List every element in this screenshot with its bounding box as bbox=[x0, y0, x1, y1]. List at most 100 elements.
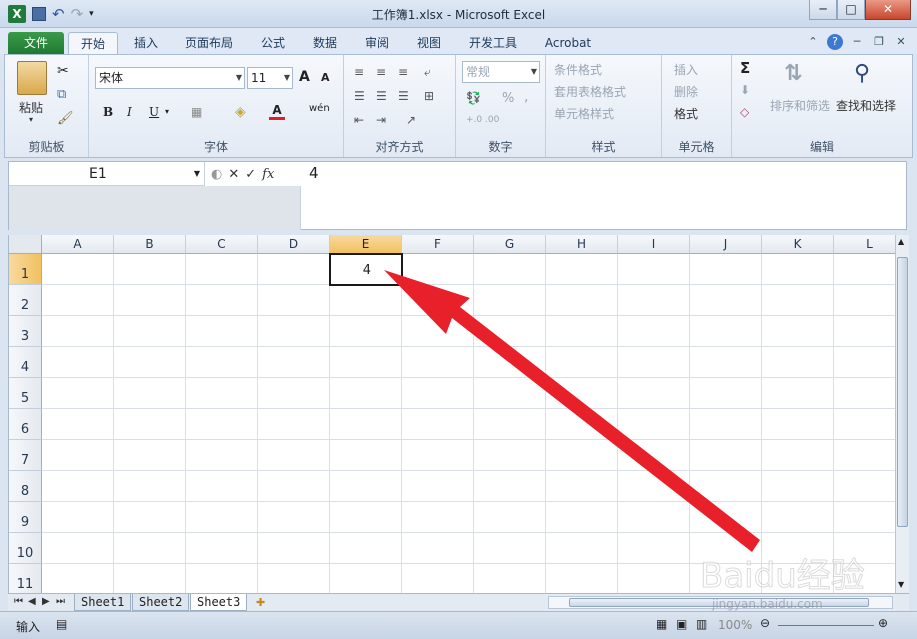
border-icon[interactable]: ▦ bbox=[191, 105, 202, 119]
paste-dropdown-icon[interactable]: ▾ bbox=[29, 115, 33, 124]
row-header-2[interactable]: 2 bbox=[9, 285, 42, 316]
sort-filter-button[interactable]: 排序和筛选 bbox=[770, 97, 830, 114]
format-cells-button[interactable]: 格式 bbox=[674, 105, 698, 122]
tab-acrobat[interactable]: Acrobat bbox=[540, 32, 596, 54]
cell-styles-button[interactable]: 单元格样式 bbox=[554, 105, 614, 122]
tab-home[interactable]: 开始 bbox=[68, 32, 118, 54]
cut-icon[interactable]: ✂ bbox=[57, 63, 69, 79]
align-middle-icon[interactable]: ≡ bbox=[376, 65, 386, 79]
column-header-e[interactable]: E bbox=[330, 235, 402, 254]
insert-function-button[interactable]: fx bbox=[262, 167, 274, 182]
tab-data[interactable]: 数据 bbox=[307, 32, 343, 54]
column-header-d[interactable]: D bbox=[258, 235, 330, 254]
underline-button[interactable]: U bbox=[149, 105, 159, 119]
merge-center-icon[interactable]: ⊞ bbox=[424, 89, 434, 103]
font-size-combo[interactable]: 11 ▼ bbox=[247, 67, 293, 89]
font-color-button[interactable]: A bbox=[269, 103, 285, 120]
increase-decimal-button[interactable]: +.0 .00 bbox=[466, 115, 499, 125]
collapse-icon[interactable]: ◐ bbox=[211, 167, 222, 182]
autosum-button[interactable]: Σ bbox=[740, 59, 750, 77]
sheet-tab-2[interactable]: Sheet2 bbox=[132, 594, 190, 611]
vertical-scroll-thumb[interactable] bbox=[897, 257, 908, 527]
zoom-level[interactable]: 100% bbox=[718, 618, 752, 632]
row-header-9[interactable]: 9 bbox=[9, 502, 42, 533]
worksheet-grid[interactable]: ABCDEFGHIJKL1234567891011124 bbox=[8, 235, 895, 593]
align-top-icon[interactable]: ≡ bbox=[354, 65, 364, 79]
align-center-icon[interactable]: ☰ bbox=[376, 89, 387, 103]
comma-button[interactable]: , bbox=[524, 89, 528, 105]
tab-developer[interactable]: 开发工具 bbox=[462, 32, 524, 54]
number-format-combo[interactable]: 常规 ▼ bbox=[462, 61, 540, 83]
column-header-h[interactable]: H bbox=[546, 235, 618, 254]
scroll-down-icon[interactable]: ▼ bbox=[898, 580, 904, 589]
zoom-slider[interactable] bbox=[778, 625, 874, 626]
page-break-view-icon[interactable]: ▥ bbox=[696, 617, 707, 631]
row-header-8[interactable]: 8 bbox=[9, 471, 42, 502]
wrap-text-icon[interactable]: ⤶ bbox=[424, 65, 431, 80]
zoom-in-icon[interactable]: ⊕ bbox=[878, 616, 888, 630]
copy-icon[interactable]: ⧉ bbox=[57, 87, 66, 102]
vertical-scrollbar[interactable]: ▲ ▼ bbox=[895, 235, 909, 593]
formula-input[interactable]: 4 bbox=[309, 164, 319, 182]
last-sheet-icon[interactable]: ⏭ bbox=[56, 596, 65, 607]
column-header-i[interactable]: I bbox=[618, 235, 690, 254]
decrease-indent-icon[interactable]: ⇤ bbox=[354, 113, 364, 127]
paste-icon[interactable] bbox=[17, 61, 47, 95]
tab-review[interactable]: 审阅 bbox=[359, 32, 395, 54]
sort-filter-icon[interactable]: ⇅ bbox=[784, 61, 802, 86]
orientation-icon[interactable]: ↗ bbox=[406, 113, 416, 127]
row-header-5[interactable]: 5 bbox=[9, 378, 42, 409]
row-header-7[interactable]: 7 bbox=[9, 440, 42, 471]
fill-color-icon[interactable]: ◈ bbox=[235, 104, 246, 120]
horizontal-scrollbar[interactable] bbox=[548, 596, 893, 609]
row-header-6[interactable]: 6 bbox=[9, 409, 42, 440]
active-cell-e1[interactable]: 4 bbox=[329, 253, 403, 286]
column-header-f[interactable]: F bbox=[402, 235, 474, 254]
row-header-11[interactable]: 11 bbox=[9, 564, 42, 593]
column-header-g[interactable]: G bbox=[474, 235, 546, 254]
insert-cells-button[interactable]: 插入 bbox=[674, 61, 698, 78]
next-sheet-icon[interactable]: ▶ bbox=[42, 596, 50, 607]
minimize-button[interactable]: ─ bbox=[809, 0, 837, 20]
fill-icon[interactable]: ⬇ bbox=[740, 83, 750, 97]
insert-sheet-icon[interactable]: ✚ bbox=[256, 596, 265, 609]
maximize-button[interactable]: □ bbox=[837, 0, 865, 20]
tab-formulas[interactable]: 公式 bbox=[255, 32, 291, 54]
row-header-3[interactable]: 3 bbox=[9, 316, 42, 347]
page-layout-view-icon[interactable]: ▣ bbox=[676, 617, 687, 631]
format-painter-icon[interactable]: 🖌 bbox=[57, 111, 74, 126]
cancel-button[interactable]: ✕ bbox=[228, 167, 239, 182]
row-header-4[interactable]: 4 bbox=[9, 347, 42, 378]
grow-font-button[interactable]: A bbox=[299, 69, 310, 85]
row-header-10[interactable]: 10 bbox=[9, 533, 42, 564]
sheet-tab-3[interactable]: Sheet3 bbox=[190, 594, 248, 611]
row-header-1[interactable]: 1 bbox=[9, 254, 42, 285]
align-left-icon[interactable]: ☰ bbox=[354, 89, 365, 103]
bold-button[interactable]: B bbox=[103, 105, 113, 119]
italic-button[interactable]: I bbox=[127, 105, 132, 119]
shrink-font-button[interactable]: A bbox=[321, 71, 330, 84]
name-box[interactable]: E1 ▼ bbox=[9, 162, 205, 186]
scroll-up-icon[interactable]: ▲ bbox=[898, 237, 904, 246]
close-button[interactable]: ✕ bbox=[865, 0, 911, 20]
tab-insert[interactable]: 插入 bbox=[128, 32, 164, 54]
tab-page-layout[interactable]: 页面布局 bbox=[180, 32, 238, 54]
increase-indent-icon[interactable]: ⇥ bbox=[376, 113, 386, 127]
doc-minimize-icon[interactable]: ─ bbox=[849, 34, 865, 50]
font-name-combo[interactable]: 宋体 ▼ bbox=[95, 67, 245, 89]
enter-button[interactable]: ✓ bbox=[245, 167, 256, 182]
column-header-b[interactable]: B bbox=[114, 235, 186, 254]
first-sheet-icon[interactable]: ⏮ bbox=[14, 596, 23, 607]
paste-button[interactable]: 粘贴 bbox=[19, 99, 43, 116]
column-header-k[interactable]: K bbox=[762, 235, 834, 254]
select-all-corner[interactable] bbox=[9, 235, 42, 254]
tab-view[interactable]: 视图 bbox=[411, 32, 447, 54]
conditional-formatting-button[interactable]: 条件格式 bbox=[554, 61, 602, 78]
column-header-a[interactable]: A bbox=[42, 235, 114, 254]
percent-button[interactable]: % bbox=[502, 91, 514, 106]
doc-restore-icon[interactable]: ❐ bbox=[871, 34, 887, 50]
find-select-button[interactable]: 查找和选择 bbox=[836, 97, 896, 114]
collapse-ribbon-icon[interactable]: ⌃ bbox=[805, 34, 821, 50]
underline-dropdown-icon[interactable]: ▾ bbox=[165, 107, 169, 116]
phonetic-guide-button[interactable]: wén bbox=[309, 103, 330, 114]
